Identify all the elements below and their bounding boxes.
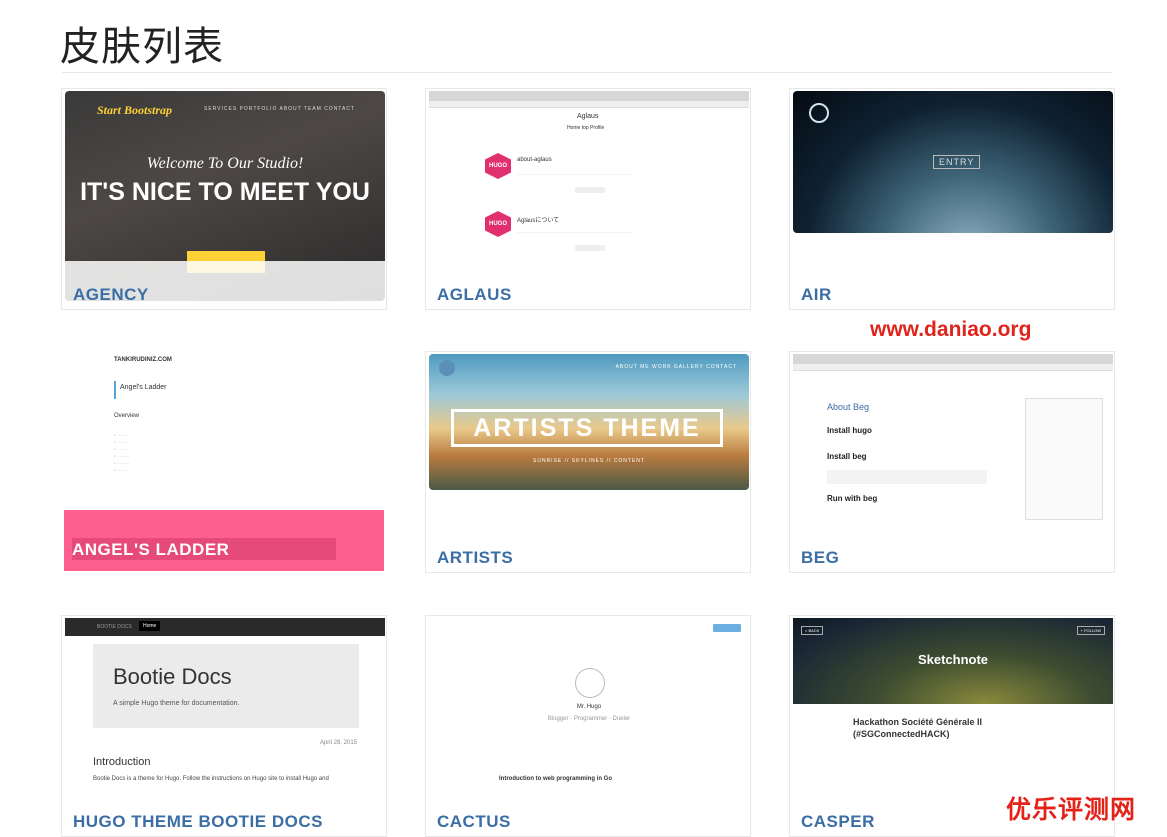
avatar-icon [575,668,605,698]
theme-label[interactable]: CACTUS [437,812,511,832]
theme-preview-angels-ladder: TANKIRUDINIZ.COM Angel's Ladder Overview… [64,351,384,571]
theme-card-air[interactable]: ENTRY AIR [789,88,1115,310]
hugo-logo-icon: HUGO [485,153,511,179]
browser-address-bar [429,101,749,108]
preview-code-block [827,470,987,484]
preview-jumbo-title: Bootie Docs [113,664,232,689]
theme-preview-beg: About Beg Install hugo Install beg Run w… [793,354,1113,560]
theme-label[interactable]: AGLAUS [437,285,512,305]
preview-brand: Start Bootstrap [97,103,173,117]
preview-nav: Home top Profile [567,125,605,131]
theme-preview-casper: < BACK + FOLLOW Sketchnote [793,618,1113,704]
preview-brand: BOOTIE DOCS [97,624,132,630]
theme-label[interactable]: AIR [801,285,832,305]
title-divider [62,72,1112,73]
theme-card-aglaus[interactable]: Aglaus Home top Profile HUGO about-aglau… [425,88,751,310]
preview-site-title: TANKIRUDINIZ.COM [114,357,172,363]
preview-nav: ABOUT ME WORK GALLERY CONTACT [615,364,737,370]
preview-subtitle: SUNRISE // SKYLINES // CONTENT [533,458,645,464]
preview-post-excerpt: ........................................… [517,229,632,234]
preview-headline: ARTISTS THEME [451,409,723,447]
preview-navbar: BOOTIE DOCS Home [65,618,385,636]
hugo-logo-icon: HUGO [485,211,511,237]
preview-tagline: Blogger · Programmer · Dueler [547,716,631,722]
logo-icon [439,360,455,376]
logo-icon [809,103,829,123]
preview-name: Mr. Hugo [576,704,602,710]
preview-button [713,624,741,632]
preview-jumbotron: Bootie Docs A simple Hugo theme for docu… [93,644,359,728]
theme-card-agency[interactable]: Start Bootstrap SERVICES PORTFOLIO ABOUT… [61,88,387,310]
preview-post-title: Hackathon Société Générale II (#SGConnec… [853,717,983,739]
preview-heading: Install beg [827,452,867,461]
preview-post-title: Angel's Ladder [120,384,167,391]
preview-post-title: about-aglaus [517,157,552,163]
preview-date: April 28, 2015 [319,740,357,746]
theme-card-angels-ladder[interactable]: TANKIRUDINIZ.COM Angel's Ladder Overview… [61,351,387,573]
watermark-brand: 优乐评测网 [1006,795,1137,824]
theme-card-artists[interactable]: ABOUT ME WORK GALLERY CONTACT ARTISTS TH… [425,351,751,573]
preview-post-title: Aglausについて [517,218,560,224]
preview-section: Introduction [93,756,151,768]
preview-site-title: Aglaus [577,113,599,120]
browser-chrome [429,91,749,101]
preview-accent [114,381,116,399]
preview-tab: Home [139,621,161,631]
theme-preview-air: ENTRY [793,91,1113,233]
theme-card-cactus[interactable]: Mr. Hugo Blogger · Programmer · Dueler I… [425,615,751,837]
watermark-site: www.daniao.org [870,318,1032,341]
theme-label[interactable]: HUGO THEME BOOTIE DOCS [73,812,323,832]
browser-chrome [793,354,1113,364]
preview-nav: SERVICES PORTFOLIO ABOUT TEAM CONTACT [203,106,355,112]
preview-title: Sketchnote [917,652,989,667]
preview-heading: About Beg [827,402,870,412]
theme-preview-artists: ABOUT ME WORK GALLERY CONTACT ARTISTS TH… [429,354,749,490]
preview-more-button [575,245,605,251]
preview-welcome: Welcome To Our Studio! [146,155,304,172]
browser-address-bar [793,364,1113,371]
theme-label[interactable]: ANGEL'S LADDER [72,540,229,560]
preview-body: Bootie Docs is a theme for Hugo. Follow … [93,776,329,782]
preview-entry-button: ENTRY [933,155,981,169]
theme-label[interactable]: BEG [801,548,839,568]
theme-label[interactable]: ARTISTS [437,548,513,568]
page-title: 皮肤列表 [60,24,224,70]
preview-section: Overview [114,413,140,419]
preview-more-button [575,187,605,193]
preview-headline: IT'S NICE TO MEET YOU [80,178,370,206]
theme-card-beg[interactable]: About Beg Install hugo Install beg Run w… [789,351,1115,573]
theme-label[interactable]: AGENCY [73,285,149,305]
preview-jumbo-subtitle: A simple Hugo theme for documentation. [113,700,240,707]
preview-post-excerpt: ........................................… [517,171,632,176]
preview-back-button: < BACK [801,626,824,635]
preview-heading: Run with beg [827,494,878,503]
preview-sidebar [1025,398,1103,520]
theme-card-bootie-docs[interactable]: BOOTIE DOCS Home Bootie Docs A simple Hu… [61,615,387,837]
preview-follow-button: + FOLLOW [1076,626,1105,635]
preview-heading: Install hugo [827,426,872,435]
preview-list: • ........... • ........... • ........... •… [114,432,129,472]
theme-label[interactable]: CASPER [801,812,875,832]
preview-post: Introduction to web programming in Go [499,776,612,782]
